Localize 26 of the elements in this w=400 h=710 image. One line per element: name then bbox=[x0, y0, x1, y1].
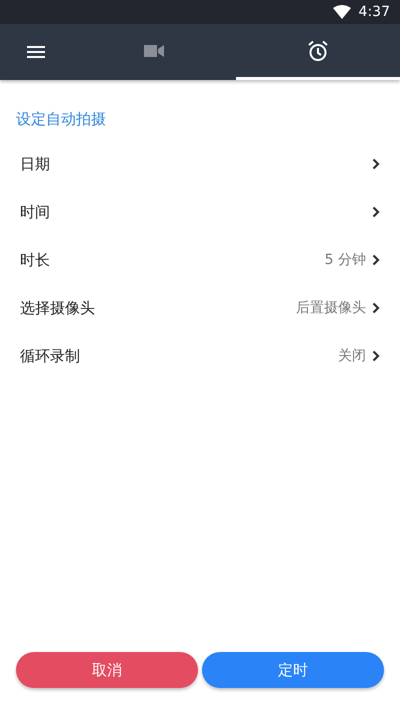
confirm-button[interactable]: 定时 bbox=[202, 652, 384, 688]
setting-value: 关闭 bbox=[338, 346, 366, 366]
wifi-icon bbox=[332, 5, 351, 19]
chevron-right-icon bbox=[372, 254, 380, 266]
settings-row[interactable]: 选择摄像头 后置摄像头 bbox=[0, 284, 400, 332]
section-title: 设定自动拍摄 bbox=[16, 110, 106, 128]
settings-row[interactable]: 时长 5 分钟 bbox=[0, 236, 400, 284]
cancel-button[interactable]: 取消 bbox=[16, 652, 198, 688]
chevron-right-icon bbox=[372, 158, 380, 170]
chevron-right-icon bbox=[372, 350, 380, 362]
settings-row[interactable]: 日期 bbox=[0, 140, 400, 188]
chevron-right-icon bbox=[372, 206, 380, 218]
setting-label: 日期 bbox=[20, 154, 50, 175]
status-time: 4:37 bbox=[358, 2, 390, 22]
menu-icon bbox=[27, 46, 45, 58]
settings-row[interactable]: 循环录制 关闭 bbox=[0, 332, 400, 380]
setting-label: 循环录制 bbox=[20, 346, 80, 367]
setting-value: 5 分钟 bbox=[324, 250, 366, 270]
setting-label: 时间 bbox=[20, 202, 50, 223]
alarm-clock-icon bbox=[307, 40, 329, 62]
video-camera-icon bbox=[144, 44, 164, 58]
setting-value: 后置摄像头 bbox=[296, 298, 366, 318]
settings-row[interactable]: 时间 bbox=[0, 188, 400, 236]
setting-label: 时长 bbox=[20, 250, 50, 271]
chevron-right-icon bbox=[372, 302, 380, 314]
setting-label: 选择摄像头 bbox=[20, 298, 95, 319]
